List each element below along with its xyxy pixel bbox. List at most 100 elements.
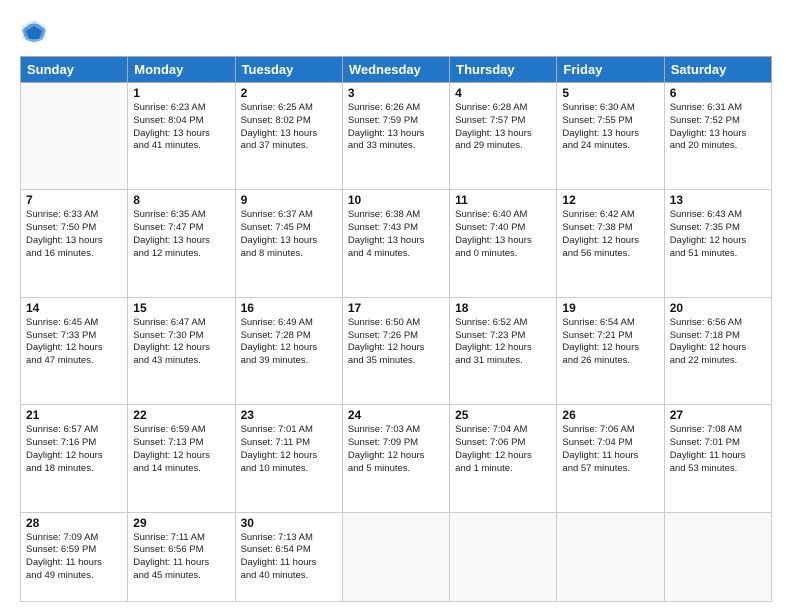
day-number: 30 <box>241 516 337 530</box>
day-info: Sunrise: 7:13 AMSunset: 6:54 PMDaylight:… <box>241 532 337 583</box>
day-info: Sunrise: 6:50 AMSunset: 7:26 PMDaylight:… <box>348 317 444 368</box>
day-info: Sunrise: 6:54 AMSunset: 7:21 PMDaylight:… <box>562 317 658 368</box>
calendar-cell: 22 Sunrise: 6:59 AMSunset: 7:13 PMDayligh… <box>128 405 235 512</box>
day-info: Sunrise: 7:03 AMSunset: 7:09 PMDaylight:… <box>348 424 444 475</box>
calendar-cell <box>557 512 664 602</box>
day-info: Sunrise: 6:33 AMSunset: 7:50 PMDaylight:… <box>26 209 122 260</box>
day-info: Sunrise: 6:56 AMSunset: 7:18 PMDaylight:… <box>670 317 766 368</box>
day-number: 13 <box>670 193 766 207</box>
day-info: Sunrise: 7:11 AMSunset: 6:56 PMDaylight:… <box>133 532 229 583</box>
logo-icon <box>20 18 48 46</box>
calendar-cell: 6Sunrise: 6:31 AMSunset: 7:52 PMDaylight… <box>664 83 771 190</box>
day-info: Sunrise: 7:09 AMSunset: 6:59 PMDaylight:… <box>26 532 122 583</box>
calendar-cell <box>450 512 557 602</box>
day-info: Sunrise: 6:26 AMSunset: 7:59 PMDaylight:… <box>348 102 444 153</box>
day-info: Sunrise: 6:43 AMSunset: 7:35 PMDaylight:… <box>670 209 766 260</box>
day-info: Sunrise: 7:06 AMSunset: 7:04 PMDaylight:… <box>562 424 658 475</box>
calendar-cell: 21 Sunrise: 6:57 AMSunset: 7:16 PMDayligh… <box>21 405 128 512</box>
day-number: 26 <box>562 408 658 422</box>
day-number: 24 <box>348 408 444 422</box>
calendar-cell: 4 Sunrise: 6:28 AMSunset: 7:57 PMDaylight… <box>450 83 557 190</box>
day-number: 23 <box>241 408 337 422</box>
day-header-tuesday: Tuesday <box>235 57 342 83</box>
day-number: 29 <box>133 516 229 530</box>
day-number: 7 <box>26 193 122 207</box>
day-number: 15 <box>133 301 229 315</box>
day-info: Sunrise: 6:49 AMSunset: 7:28 PMDaylight:… <box>241 317 337 368</box>
calendar-cell: 14 Sunrise: 6:45 AMSunset: 7:33 PMDayligh… <box>21 297 128 404</box>
header <box>20 18 772 46</box>
day-info: Sunrise: 6:45 AMSunset: 7:33 PMDaylight:… <box>26 317 122 368</box>
day-info: Sunrise: 6:28 AMSunset: 7:57 PMDaylight:… <box>455 102 551 153</box>
calendar-cell: 16 Sunrise: 6:49 AMSunset: 7:28 PMDayligh… <box>235 297 342 404</box>
day-info: Sunrise: 6:52 AMSunset: 7:23 PMDaylight:… <box>455 317 551 368</box>
calendar-cell: 7 Sunrise: 6:33 AMSunset: 7:50 PMDaylight… <box>21 190 128 297</box>
calendar-cell: 3 Sunrise: 6:26 AMSunset: 7:59 PMDaylight… <box>342 83 449 190</box>
day-number: 6 <box>670 86 766 100</box>
calendar-cell: 17 Sunrise: 6:50 AMSunset: 7:26 PMDayligh… <box>342 297 449 404</box>
day-number: 20 <box>670 301 766 315</box>
calendar-cell: 12 Sunrise: 6:42 AMSunset: 7:38 PMDayligh… <box>557 190 664 297</box>
day-info: Sunrise: 6:59 AMSunset: 7:13 PMDaylight:… <box>133 424 229 475</box>
calendar-cell: 1 Sunrise: 6:23 AMSunset: 8:04 PMDaylight… <box>128 83 235 190</box>
calendar-week-row: 7 Sunrise: 6:33 AMSunset: 7:50 PMDaylight… <box>21 190 772 297</box>
day-number: 1 <box>133 86 229 100</box>
day-number: 18 <box>455 301 551 315</box>
day-info: Sunrise: 6:40 AMSunset: 7:40 PMDaylight:… <box>455 209 551 260</box>
day-number: 12 <box>562 193 658 207</box>
day-number: 8 <box>133 193 229 207</box>
day-header-monday: Monday <box>128 57 235 83</box>
calendar-cell <box>21 83 128 190</box>
calendar-cell: 9Sunrise: 6:37 AMSunset: 7:45 PMDaylight… <box>235 190 342 297</box>
day-info: Sunrise: 6:57 AMSunset: 7:16 PMDaylight:… <box>26 424 122 475</box>
day-header-thursday: Thursday <box>450 57 557 83</box>
calendar-cell: 11Sunrise: 6:40 AMSunset: 7:40 PMDayligh… <box>450 190 557 297</box>
calendar-table: SundayMondayTuesdayWednesdayThursdayFrid… <box>20 56 772 602</box>
calendar-week-row: 21 Sunrise: 6:57 AMSunset: 7:16 PMDayligh… <box>21 405 772 512</box>
calendar-cell: 19 Sunrise: 6:54 AMSunset: 7:21 PMDayligh… <box>557 297 664 404</box>
day-number: 4 <box>455 86 551 100</box>
calendar-cell: 26 Sunrise: 7:06 AMSunset: 7:04 PMDayligh… <box>557 405 664 512</box>
calendar-cell: 20 Sunrise: 6:56 AMSunset: 7:18 PMDayligh… <box>664 297 771 404</box>
calendar-page: SundayMondayTuesdayWednesdayThursdayFrid… <box>0 0 792 612</box>
day-info: Sunrise: 6:38 AMSunset: 7:43 PMDaylight:… <box>348 209 444 260</box>
day-number: 19 <box>562 301 658 315</box>
day-info: Sunrise: 6:35 AMSunset: 7:47 PMDaylight:… <box>133 209 229 260</box>
calendar-cell: 15 Sunrise: 6:47 AMSunset: 7:30 PMDayligh… <box>128 297 235 404</box>
day-number: 5 <box>562 86 658 100</box>
calendar-cell: 10Sunrise: 6:38 AMSunset: 7:43 PMDayligh… <box>342 190 449 297</box>
day-info: Sunrise: 6:37 AMSunset: 7:45 PMDaylight:… <box>241 209 337 260</box>
day-number: 2 <box>241 86 337 100</box>
day-number: 28 <box>26 516 122 530</box>
day-number: 25 <box>455 408 551 422</box>
calendar-cell: 2 Sunrise: 6:25 AMSunset: 8:02 PMDaylight… <box>235 83 342 190</box>
calendar-cell: 29 Sunrise: 7:11 AMSunset: 6:56 PMDayligh… <box>128 512 235 602</box>
day-header-saturday: Saturday <box>664 57 771 83</box>
calendar-cell: 5Sunrise: 6:30 AMSunset: 7:55 PMDaylight… <box>557 83 664 190</box>
calendar-cell: 28 Sunrise: 7:09 AMSunset: 6:59 PMDayligh… <box>21 512 128 602</box>
day-info: Sunrise: 6:25 AMSunset: 8:02 PMDaylight:… <box>241 102 337 153</box>
day-number: 21 <box>26 408 122 422</box>
calendar-cell: 18 Sunrise: 6:52 AMSunset: 7:23 PMDayligh… <box>450 297 557 404</box>
day-number: 16 <box>241 301 337 315</box>
day-info: Sunrise: 6:47 AMSunset: 7:30 PMDaylight:… <box>133 317 229 368</box>
calendar-cell: 27 Sunrise: 7:08 AMSunset: 7:01 PMDayligh… <box>664 405 771 512</box>
day-number: 27 <box>670 408 766 422</box>
calendar-week-row: 28 Sunrise: 7:09 AMSunset: 6:59 PMDayligh… <box>21 512 772 602</box>
calendar-cell: 23 Sunrise: 7:01 AMSunset: 7:11 PMDayligh… <box>235 405 342 512</box>
day-number: 14 <box>26 301 122 315</box>
calendar-cell: 8 Sunrise: 6:35 AMSunset: 7:47 PMDaylight… <box>128 190 235 297</box>
calendar-cell: 13 Sunrise: 6:43 AMSunset: 7:35 PMDayligh… <box>664 190 771 297</box>
logo <box>20 18 52 46</box>
day-number: 22 <box>133 408 229 422</box>
day-info: Sunrise: 7:04 AMSunset: 7:06 PMDaylight:… <box>455 424 551 475</box>
day-info: Sunrise: 7:01 AMSunset: 7:11 PMDaylight:… <box>241 424 337 475</box>
day-header-wednesday: Wednesday <box>342 57 449 83</box>
day-number: 3 <box>348 86 444 100</box>
day-info: Sunrise: 6:23 AMSunset: 8:04 PMDaylight:… <box>133 102 229 153</box>
day-info: Sunrise: 7:08 AMSunset: 7:01 PMDaylight:… <box>670 424 766 475</box>
day-number: 17 <box>348 301 444 315</box>
calendar-cell: 25 Sunrise: 7:04 AMSunset: 7:06 PMDayligh… <box>450 405 557 512</box>
day-info: Sunrise: 6:42 AMSunset: 7:38 PMDaylight:… <box>562 209 658 260</box>
calendar-cell <box>664 512 771 602</box>
